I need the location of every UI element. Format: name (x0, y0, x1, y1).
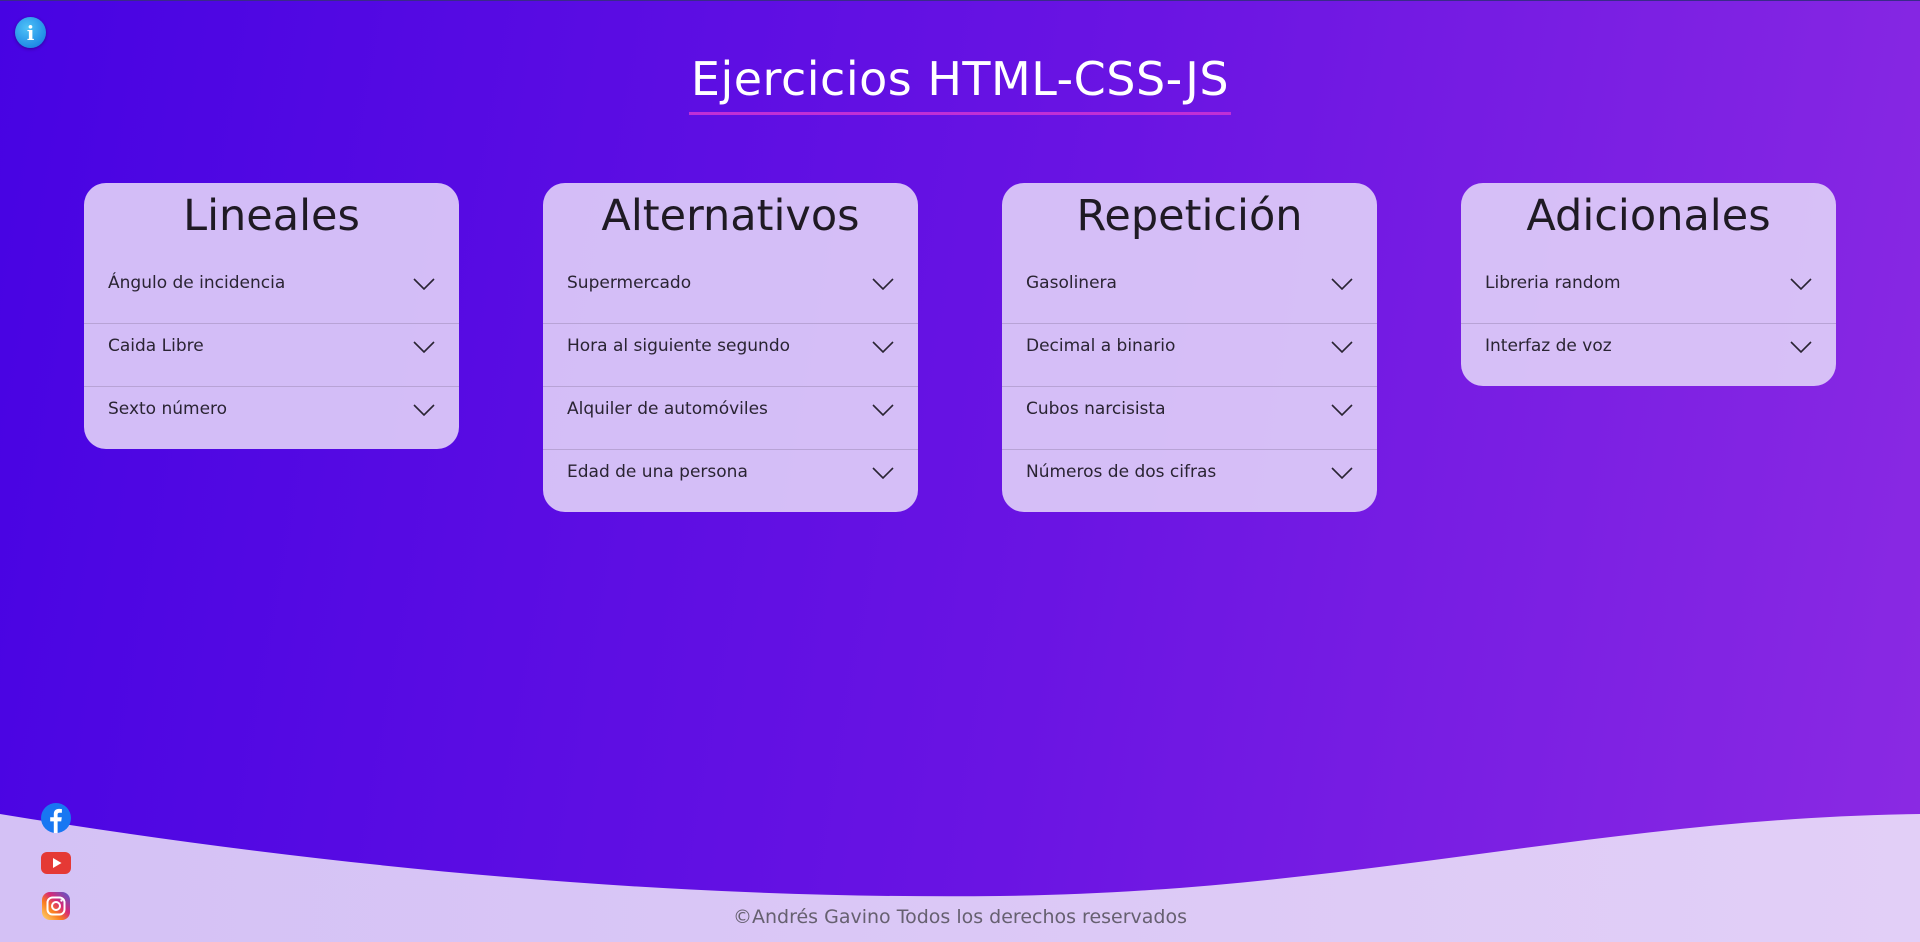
item-label: Supermercado (567, 273, 692, 293)
card-adicionales: Adicionales Libreria random Interfaz de … (1461, 183, 1836, 386)
item-label: Edad de una persona (567, 462, 748, 482)
item-label: Libreria random (1485, 273, 1621, 293)
chevron-down-icon (1331, 404, 1353, 416)
accordion-item[interactable]: Hora al siguiente segundo (543, 323, 918, 386)
card-title: Lineales (183, 191, 360, 241)
item-label: Gasolinera (1026, 273, 1117, 293)
card-alternativos: Alternativos Supermercado Hora al siguie… (543, 183, 918, 512)
chevron-down-icon (1790, 341, 1812, 353)
chevron-down-icon (413, 341, 435, 353)
card-title: Repetición (1076, 191, 1303, 241)
item-label: Hora al siguiente segundo (567, 336, 791, 356)
accordion-item[interactable]: Gasolinera (1002, 261, 1377, 323)
item-label: Cubos narcisista (1026, 399, 1166, 419)
chevron-down-icon (1790, 278, 1812, 290)
item-label: Decimal a binario (1026, 336, 1176, 356)
youtube-icon[interactable] (41, 848, 71, 878)
facebook-icon[interactable] (41, 803, 71, 833)
chevron-down-icon (872, 341, 894, 353)
chevron-down-icon (1331, 467, 1353, 479)
accordion-item[interactable]: Edad de una persona (543, 449, 918, 512)
item-label: Sexto número (108, 399, 228, 419)
chevron-down-icon (1331, 278, 1353, 290)
page-title: Ejercicios HTML-CSS-JS (688, 52, 1232, 115)
page-title-container: Ejercicios HTML-CSS-JS (0, 52, 1920, 115)
card-lineales: Lineales Ángulo de incidencia Caida Libr… (84, 183, 459, 449)
item-label: Alquiler de automóviles (567, 399, 768, 419)
card-grid: Lineales Ángulo de incidencia Caida Libr… (84, 183, 1836, 513)
item-label: Ángulo de incidencia (108, 273, 286, 293)
info-glyph: i (26, 20, 35, 45)
item-label: Números de dos cifras (1026, 462, 1217, 482)
chevron-down-icon (1331, 341, 1353, 353)
accordion-item[interactable]: Cubos narcisista (1002, 386, 1377, 449)
card-title: Alternativos (601, 191, 860, 241)
accordion-item[interactable]: Decimal a binario (1002, 323, 1377, 386)
chevron-down-icon (413, 278, 435, 290)
chevron-down-icon (872, 278, 894, 290)
accordion-item[interactable]: Ángulo de incidencia (84, 261, 459, 323)
card-title: Adicionales (1526, 191, 1771, 241)
chevron-down-icon (872, 404, 894, 416)
accordion-item[interactable]: Interfaz de voz (1461, 323, 1836, 386)
footer-copyright: ©Andrés Gavino Todos los derechos reserv… (732, 906, 1188, 928)
accordion-item[interactable]: Sexto número (84, 386, 459, 449)
info-icon[interactable]: i (15, 17, 46, 48)
item-label: Caida Libre (108, 336, 204, 356)
accordion-item[interactable]: Números de dos cifras (1002, 449, 1377, 512)
accordion-item[interactable]: Caida Libre (84, 323, 459, 386)
item-label: Interfaz de voz (1485, 336, 1612, 356)
chevron-down-icon (413, 404, 435, 416)
accordion-item[interactable]: Supermercado (543, 261, 918, 323)
chevron-down-icon (872, 467, 894, 479)
top-border (0, 0, 1920, 1)
accordion-item[interactable]: Alquiler de automóviles (543, 386, 918, 449)
card-repeticion: Repetición Gasolinera Decimal a binario … (1002, 183, 1377, 512)
accordion-item[interactable]: Libreria random (1461, 261, 1836, 323)
